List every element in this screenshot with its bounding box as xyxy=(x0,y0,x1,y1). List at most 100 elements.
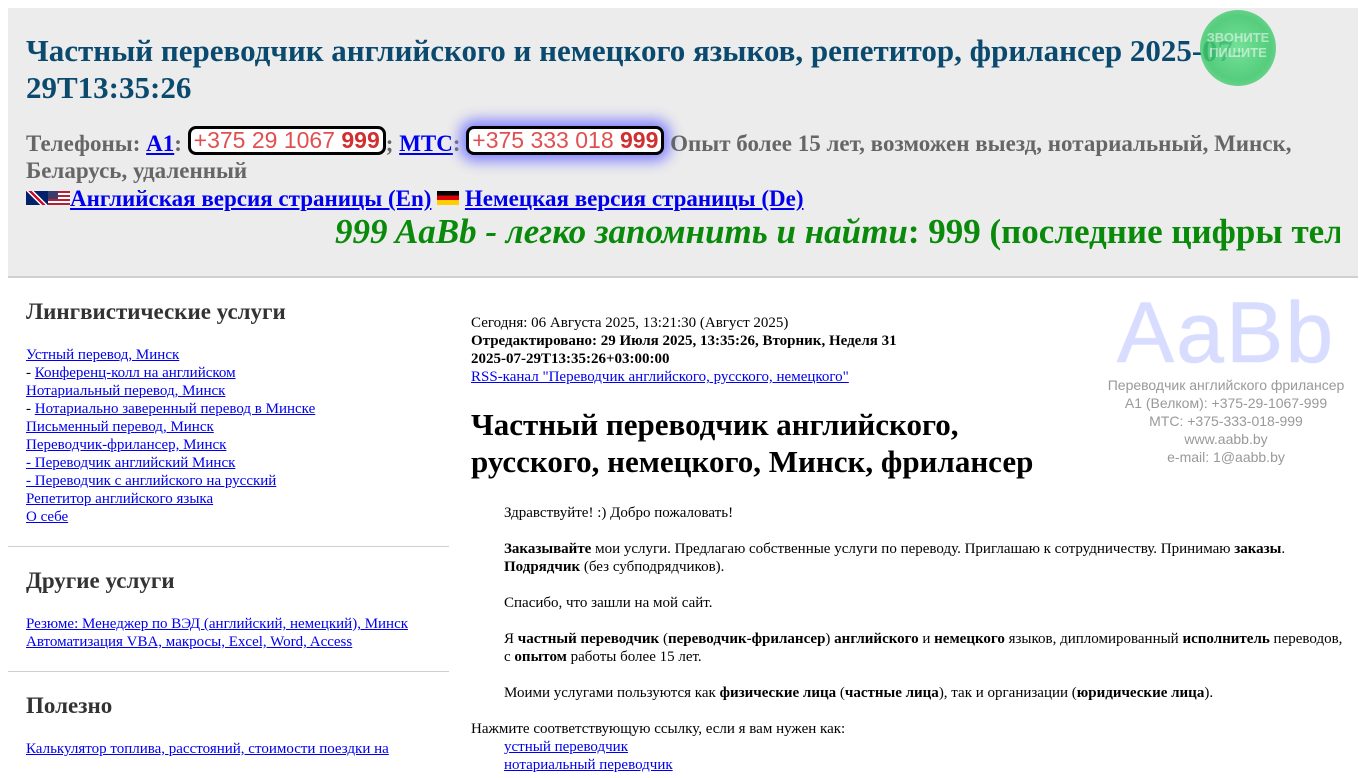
logo-line: e-mail: 1@aabb.by xyxy=(1167,449,1285,465)
page-meta: Сегодня: 06 Августа 2025, 13:21:30 (Авгу… xyxy=(471,314,1091,386)
phones-label: Телефоны: xyxy=(26,131,141,156)
call-badge[interactable]: ЗВОНИТЕ ПИШИТЕ xyxy=(1200,10,1276,86)
logo-line: МТС: +375-333-018-999 xyxy=(1149,413,1303,429)
bold-text: исполнитель xyxy=(1182,631,1270,647)
intro-paragraph: Заказывайте мои услуги. Предлагаю собств… xyxy=(504,540,1344,576)
phone-mts-tail: 999 xyxy=(620,127,659,153)
marquee-rest: : 999 (последние цифры тел xyxy=(907,212,1340,251)
list-item: - Нотариально заверенный перевод в Минск… xyxy=(26,400,431,418)
operator-a1-link[interactable]: A1 xyxy=(146,131,174,156)
logo-line: A1 (Велком): +375-29-1067-999 xyxy=(1124,395,1328,411)
list-item: Переводчик-фрилансер, Минск xyxy=(26,436,431,454)
list-item: - Переводчик с английского на русский xyxy=(26,472,431,490)
bold-text: частный переводчик xyxy=(517,631,660,647)
bold-text: опытом xyxy=(514,649,567,665)
bold-text: Заказывайте xyxy=(504,541,592,557)
section-title: Другие услуги xyxy=(26,568,175,593)
list-item: нотариальный переводчик xyxy=(471,756,1311,774)
phone-mts[interactable]: +375 333 018 999 xyxy=(466,126,665,155)
text: ), так и организации ( xyxy=(938,685,1077,701)
sidebar-link[interactable]: Письменный перевод, Минск xyxy=(26,419,214,435)
site-logo: AaBb Переводчик английского фрилансер A1… xyxy=(1092,285,1360,465)
list-item: Письменный перевод, Минск xyxy=(26,418,431,436)
marquee-text: 999 AaBb - легко запомнить и найти: 999 … xyxy=(335,212,1340,252)
item-prefix: - xyxy=(26,401,35,417)
service-links: Нажмите соответствующую ссылку, если я в… xyxy=(471,720,1311,774)
us-flag-icon xyxy=(48,191,70,205)
marquee-italic: 999 AaBb - легко запомнить и найти xyxy=(335,212,908,251)
text: (без субподрядчиков). xyxy=(580,559,725,575)
list-item: устный переводчик xyxy=(471,738,1311,756)
phone-a1[interactable]: +375 29 1067 999 xyxy=(187,126,386,155)
greeting: Здравствуйте! :) Добро пожаловать! xyxy=(504,505,734,521)
service-link[interactable]: нотариальный переводчик xyxy=(504,757,673,773)
text: Моими услугами пользуются как xyxy=(504,685,720,701)
text: Я xyxy=(504,631,518,647)
list-item: Калькулятор топлива, расстояний, стоимос… xyxy=(26,740,431,758)
intro-text: Здравствуйте! :) Добро пожаловать! Заказ… xyxy=(504,504,1344,720)
sidebar-link[interactable]: Нотариальный перевод, Минск xyxy=(26,383,225,399)
bold-text: английского xyxy=(834,631,919,647)
about-paragraph: Я частный переводчик (переводчик-фриланс… xyxy=(504,630,1344,666)
list-item: Устный перевод, Минск xyxy=(26,346,431,364)
clients-paragraph: Моими услугами пользуются как физические… xyxy=(504,684,1344,702)
site-title: Частный переводчик английского и немецко… xyxy=(26,33,1244,105)
contacts-line: Телефоны: A1: +375 29 1067 999; МТС: +37… xyxy=(26,126,1292,183)
phone-a1-main: +375 29 1067 xyxy=(193,127,342,153)
text: и xyxy=(918,631,935,647)
list-item: - Конференц-колл на английском xyxy=(26,364,431,382)
text: ( xyxy=(836,685,845,701)
logo-mark: AaBb xyxy=(1116,285,1336,381)
sidebar-link[interactable]: Калькулятор топлива, расстояний, стоимос… xyxy=(26,741,389,757)
other-services-section: Другие услуги Резюме: Менеджер по ВЭД (а… xyxy=(8,547,449,672)
text: ). xyxy=(1204,685,1214,701)
list-item: Репетитор английского языка xyxy=(26,490,431,508)
de-flag-icon xyxy=(437,191,460,205)
text: языков, дипломированный xyxy=(1004,631,1183,647)
today-date: Сегодня: 06 Августа 2025, 13:21:30 (Авгу… xyxy=(471,315,789,331)
logo-line: Переводчик английского фрилансер xyxy=(1107,377,1345,393)
phone-a1-tail: 999 xyxy=(341,127,380,153)
bold-text: юридические лица xyxy=(1076,685,1205,701)
list-item: Автоматизация VBA, макросы, Excel, Word,… xyxy=(26,633,431,651)
linguistic-services-section: Лингвистические услуги Устный перевод, М… xyxy=(8,278,449,547)
sidebar-link[interactable]: Резюме: Менеджер по ВЭД (английский, нем… xyxy=(26,616,408,632)
sidebar-link[interactable]: - Переводчик с английского на русский xyxy=(26,473,276,489)
section-title: Полезно xyxy=(26,693,113,718)
logo-line: www.aabb.by xyxy=(1184,431,1268,447)
list-item: - Переводчик английский Минск xyxy=(26,454,431,472)
sidebar-link[interactable]: - Переводчик английский Минск xyxy=(26,455,235,471)
text: мои услуги. Предлагаю собственные услуги… xyxy=(591,541,1235,557)
sidebar: Лингвистические услуги Устный перевод, М… xyxy=(8,278,449,778)
bold-text: Подрядчик xyxy=(504,559,581,575)
sidebar-link[interactable]: О себе xyxy=(26,509,68,525)
iso-date: 2025-07-29T13:35:26+03:00:00 xyxy=(471,351,670,367)
service-link[interactable]: устный переводчик xyxy=(504,739,628,755)
list-item: Резюме: Менеджер по ВЭД (английский, нем… xyxy=(26,615,431,633)
sidebar-link[interactable]: Переводчик-фрилансер, Минск xyxy=(26,437,226,453)
bold-text: физические лица xyxy=(719,685,837,701)
sidebar-link[interactable]: Нотариально заверенный перевод в Минске xyxy=(35,401,315,417)
section-title: Лингвистические услуги xyxy=(26,299,286,324)
thanks-paragraph: Спасибо, что зашли на мой сайт. xyxy=(504,595,713,611)
rss-link[interactable]: RSS-канал "Переводчик английского, русск… xyxy=(471,369,849,385)
page-heading: Частный переводчик английского, русского… xyxy=(471,407,1034,479)
links-intro: Нажмите соответствующую ссылку, если я в… xyxy=(471,721,846,737)
useful-section: Полезно Калькулятор топлива, расстояний,… xyxy=(8,672,449,778)
bold-text: переводчик-фрилансер xyxy=(667,631,826,647)
phone-mts-main: +375 333 018 xyxy=(472,127,621,153)
text: ) xyxy=(825,631,835,647)
sidebar-link[interactable]: Конференц-колл на английском xyxy=(35,365,236,381)
call-badge-text: ЗВОНИТЕ ПИШИТЕ xyxy=(1206,30,1270,60)
sidebar-link[interactable]: Автоматизация VBA, макросы, Excel, Word,… xyxy=(26,634,352,650)
sidebar-link[interactable]: Репетитор английского языка xyxy=(26,491,213,507)
operator-mts-link[interactable]: МТС xyxy=(399,131,453,156)
sidebar-link[interactable]: Устный перевод, Минск xyxy=(26,347,179,363)
uk-flag-icon xyxy=(26,191,48,205)
text: ( xyxy=(659,631,668,647)
list-item: О себе xyxy=(26,508,431,526)
marquee: 999 AaBb - легко запомнить и найти: 999 … xyxy=(26,208,1340,258)
text: . xyxy=(1281,541,1286,557)
bold-text: частные лица xyxy=(844,685,939,701)
bold-text: немецкого xyxy=(934,631,1005,647)
